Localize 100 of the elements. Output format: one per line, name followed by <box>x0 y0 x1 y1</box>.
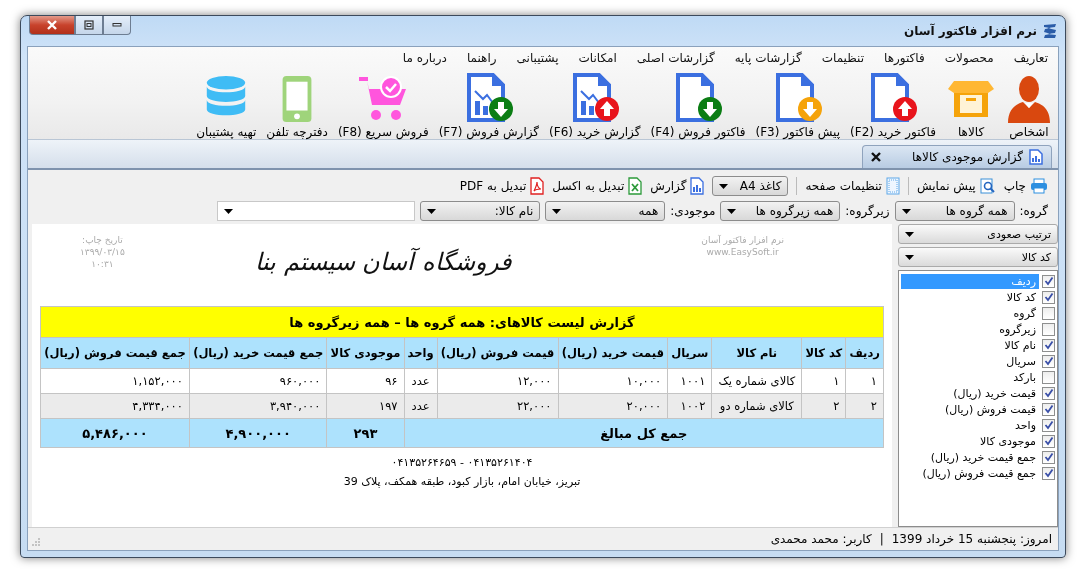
checkbox[interactable] <box>1042 338 1055 352</box>
list-item[interactable]: جمع قیمت خرید (ریال) <box>901 449 1039 465</box>
menu-item[interactable]: محصولات <box>944 51 994 71</box>
table-cell: ۱۰۰۱ <box>667 368 712 394</box>
list-item[interactable]: گروه <box>901 305 1039 321</box>
caret-icon <box>905 231 914 237</box>
filter-dropdown[interactable]: همه زیرگروه ها <box>720 201 841 221</box>
menu-item[interactable]: گزارشات اصلی <box>636 51 715 71</box>
checkbox[interactable] <box>1042 418 1055 432</box>
print-date: ۱۳۹۹/۰۳/۱۵ <box>80 246 125 258</box>
checkbox[interactable] <box>1042 402 1055 416</box>
toolbar-button[interactable]: تبدیل به اکسل <box>552 177 643 195</box>
list-item[interactable]: جمع قیمت فروش (ریال) <box>901 465 1039 481</box>
toolbar-button[interactable]: فاکتور فروش (F4) <box>648 73 748 139</box>
table-cell: ۲۲,۰۰۰ <box>437 393 559 419</box>
toolbar-button[interactable]: فروش سریع (F8) <box>335 75 431 139</box>
toolbar-button[interactable]: اشخاص <box>1004 75 1054 139</box>
printer-icon <box>1030 178 1048 194</box>
pdf-file-icon <box>530 177 545 195</box>
table-cell: ۱۹۷ <box>326 393 404 419</box>
filter-label: گروه: <box>1019 204 1048 218</box>
table-cell: عدد <box>404 368 438 394</box>
caret-icon <box>901 208 911 214</box>
report-title: گزارش لیست کالاهای: همه گروه ها – همه زیرگروه ها <box>40 306 884 338</box>
toolbar-button[interactable]: کالاها <box>944 75 998 139</box>
checkbox[interactable] <box>1042 274 1055 288</box>
toolbar-button[interactable]: چاپ <box>1003 178 1048 194</box>
toolbar-button[interactable]: فاکتور خرید (F2) <box>848 73 938 139</box>
menu-item[interactable]: درباره ما <box>402 51 447 71</box>
checkbox[interactable] <box>1042 354 1055 368</box>
toolbar-button[interactable]: تهیه پشتیبان <box>194 75 259 139</box>
column-header: جمع قیمت فروش (ریال) <box>40 337 190 369</box>
caret-icon <box>719 183 729 189</box>
toolbar-button[interactable]: گزارش <box>650 177 705 195</box>
menu-item[interactable]: پشتیبانی <box>516 51 559 71</box>
checkbox[interactable] <box>1042 290 1055 304</box>
toolbar-button[interactable]: دفترچه تلفن <box>264 75 330 139</box>
caret-icon <box>224 208 234 214</box>
menu-item[interactable]: راهنما <box>466 51 497 71</box>
search-combo-field[interactable] <box>217 201 416 221</box>
checkbox[interactable] <box>1042 306 1055 320</box>
filter-dropdown[interactable]: نام کالا: <box>420 201 541 221</box>
list-item[interactable]: قیمت فروش (ریال) <box>901 401 1039 417</box>
toolbar-button[interactable]: پیش نمایش <box>916 178 996 194</box>
column-header: قیمت فروش (ریال) <box>437 337 559 369</box>
list-item[interactable]: موجودی کالا <box>901 433 1039 449</box>
minimize-icon <box>112 23 122 27</box>
checkbox[interactable] <box>1042 322 1055 336</box>
menu-item[interactable]: فاکتورها <box>884 51 925 71</box>
list-item[interactable]: سریال <box>901 353 1039 369</box>
software-name: نرم افزار فاکتور آسان <box>701 234 784 246</box>
menu-item[interactable]: تعاریف <box>1013 51 1048 71</box>
sort-field-dropdown[interactable]: کد کالا <box>898 247 1058 267</box>
toolbar-button[interactable]: گزارش فروش (F7) <box>436 73 542 139</box>
toolbar-button[interactable]: تنظیمات صفحه <box>805 177 900 195</box>
filter-label: موجودی: <box>670 204 716 218</box>
list-item[interactable]: قیمت خرید (ریال) <box>901 385 1039 401</box>
filter-label: زیرگروه: <box>845 204 890 218</box>
column-header: قیمت خرید (ریال) <box>558 337 668 369</box>
print-time: ۱۰:۳۱ <box>91 258 114 270</box>
sort-order-dropdown[interactable]: ترتیب صعودی <box>898 224 1058 244</box>
maximize-button[interactable] <box>75 16 103 35</box>
menu-item[interactable]: تنظیمات <box>821 51 864 71</box>
checkbox[interactable] <box>1042 450 1055 464</box>
table-cell: ۳,۹۴۰,۰۰۰ <box>189 393 327 419</box>
checkbox[interactable] <box>1042 466 1055 480</box>
shopping-cart-icon <box>358 75 409 123</box>
column-header: کد کالا <box>801 337 846 369</box>
menu-item[interactable]: گزارشات پایه <box>734 51 802 71</box>
table-cell: ۱,۱۵۲,۰۰۰ <box>40 368 190 394</box>
checkbox[interactable] <box>1042 370 1055 384</box>
minimize-button[interactable] <box>103 16 131 35</box>
filter-dropdown[interactable]: همه گروه ها <box>894 201 1015 221</box>
menu-item[interactable]: امکانات <box>578 51 617 71</box>
toolbar-button[interactable]: پیش فاکتور (F3) <box>753 73 843 139</box>
close-button[interactable] <box>29 16 75 35</box>
list-item[interactable]: کد کالا <box>901 289 1039 305</box>
checkbox[interactable] <box>1042 386 1055 400</box>
total-cell: ۵,۴۸۶,۰۰۰ <box>40 418 190 448</box>
toolbar-button[interactable]: گزارش خرید (F6) <box>547 73 643 139</box>
filter-dropdown[interactable]: همه <box>545 201 666 221</box>
date-text: امروز: پنجشنبه 15 خرداد 1399 <box>891 532 1052 546</box>
table-cell: ۹۶۰,۰۰۰ <box>189 368 327 394</box>
list-item[interactable]: نام کالا <box>901 337 1039 353</box>
table-cell: ۱۲,۰۰۰ <box>437 368 559 394</box>
list-item[interactable]: بارکد <box>901 369 1039 385</box>
toolbar-button[interactable]: تبدیل به PDF <box>459 177 545 195</box>
paper-size-dropdown[interactable]: کاغذ A4 <box>712 176 789 196</box>
person-icon <box>1006 75 1052 123</box>
list-item[interactable]: واحد <box>901 417 1039 433</box>
list-item[interactable]: زیرگروه <box>901 321 1039 337</box>
document-tab[interactable]: گزارش موجودی کالاها <box>862 145 1052 168</box>
column-header: نام کالا <box>711 337 802 369</box>
caret-icon <box>427 208 437 214</box>
chart-document-icon <box>690 177 705 195</box>
print-date-label: تاریخ چاپ: <box>82 234 123 246</box>
page-icon <box>885 177 900 195</box>
close-icon[interactable] <box>871 152 881 162</box>
checkbox[interactable] <box>1042 434 1055 448</box>
table-cell: ۲ <box>845 393 884 419</box>
